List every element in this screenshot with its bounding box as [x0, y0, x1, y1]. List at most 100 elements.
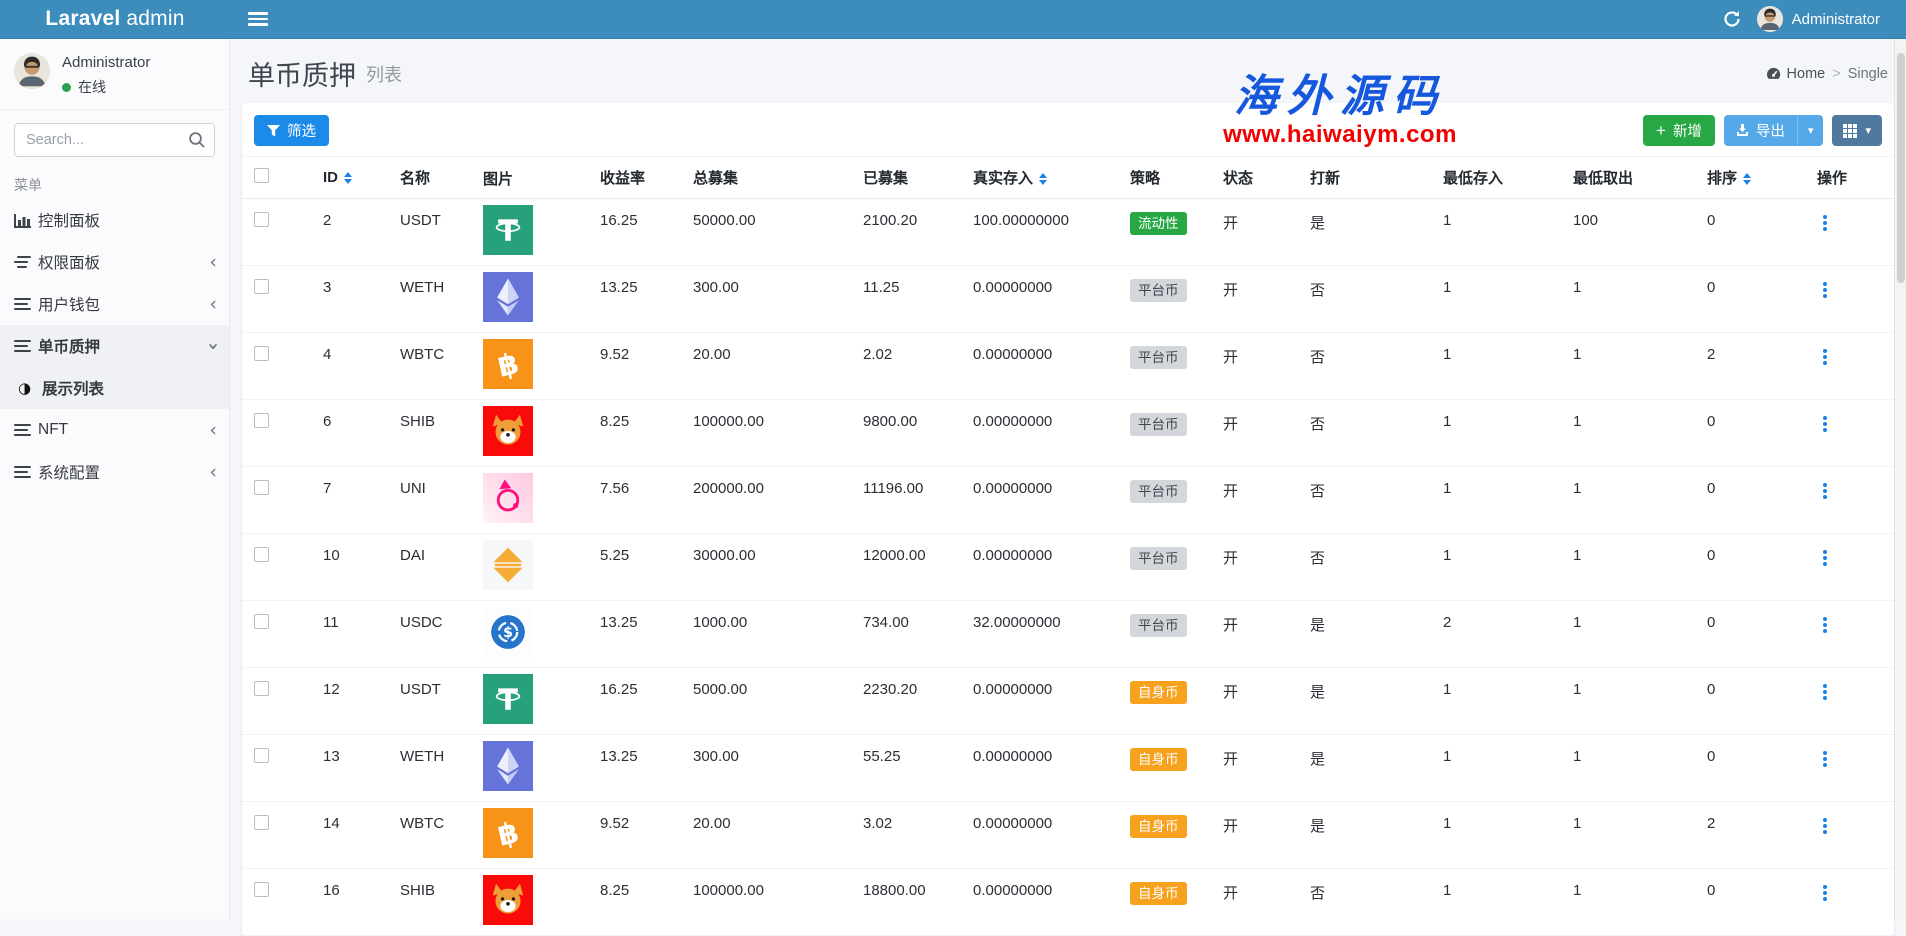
strategy-badge: 自身币 — [1130, 815, 1187, 838]
sidebar-item-nft[interactable]: NFT ‹ — [0, 409, 229, 451]
breadcrumb-home[interactable]: Home — [1766, 66, 1826, 82]
export-dropdown-button[interactable]: ▾ — [1797, 115, 1824, 146]
row-actions-button[interactable] — [1823, 690, 1827, 694]
sidebar-toggle-icon[interactable] — [248, 12, 268, 26]
sidebar-user-panel: Administrator 在线 — [0, 39, 229, 110]
sidebar-item-system-config[interactable]: 系统配置 ‹ — [0, 451, 229, 493]
sidebar-menu: 控制面板 权限面板 ‹ 用户钱包 ‹ 单币质押 ‹ ◑ 展示列表 NFT ‹ — [0, 199, 229, 493]
cell-min-deposit: 1 — [1431, 802, 1561, 869]
cell-name: SHIB — [388, 869, 471, 936]
row-checkbox[interactable] — [254, 815, 269, 830]
app-brand[interactable]: Laravel admin — [0, 0, 230, 39]
cell-min-withdraw: 1 — [1561, 333, 1695, 400]
row-actions-button[interactable] — [1823, 288, 1827, 292]
cell-min-deposit: 1 — [1431, 735, 1561, 802]
cell-yield: 13.25 — [588, 735, 681, 802]
export-split-button: 导出 ▾ — [1724, 115, 1824, 146]
cell-yield: 8.25 — [588, 400, 681, 467]
cell-id: 4 — [311, 333, 388, 400]
row-checkbox[interactable] — [254, 614, 269, 629]
cell-min-deposit: 1 — [1431, 467, 1561, 534]
cell-total: 20.00 — [681, 333, 851, 400]
table-row: 16 SHIB 8.25 100000.00 18800.00 0.000000… — [242, 869, 1894, 936]
table-row: 13 WETH 13.25 300.00 55.25 0.00000000 自身… — [242, 735, 1894, 802]
cell-min-withdraw: 1 — [1561, 601, 1695, 668]
cell-sort: 0 — [1695, 199, 1805, 266]
cell-id: 10 — [311, 534, 388, 601]
column-header-sort[interactable]: 排序 — [1695, 157, 1805, 199]
row-actions-button[interactable] — [1823, 556, 1827, 560]
cell-status: 开 — [1211, 467, 1298, 534]
bitcoin-icon: ฿ — [483, 339, 533, 389]
list-icon — [14, 253, 38, 271]
column-header-id[interactable]: ID — [311, 157, 388, 199]
row-actions-button[interactable] — [1823, 221, 1827, 225]
row-checkbox[interactable] — [254, 547, 269, 562]
cell-real-deposit: 32.00000000 — [961, 601, 1118, 668]
row-actions-button[interactable] — [1823, 489, 1827, 493]
columns-dropdown-button[interactable]: ▾ — [1832, 115, 1882, 146]
cell-min-deposit: 1 — [1431, 400, 1561, 467]
sidebar-search-input[interactable] — [14, 123, 215, 157]
scrollbar-thumb[interactable] — [1897, 53, 1905, 283]
column-header-min-deposit: 最低存入 — [1431, 157, 1561, 199]
row-checkbox[interactable] — [254, 212, 269, 227]
cell-name: WBTC — [388, 802, 471, 869]
column-header-real-deposit[interactable]: 真实存入 — [961, 157, 1118, 199]
sidebar-item-dashboard[interactable]: 控制面板 — [0, 199, 229, 241]
add-button[interactable]: + 新增 — [1643, 115, 1715, 146]
chevron-down-icon: ‹ — [204, 342, 223, 350]
select-all-checkbox[interactable] — [254, 168, 269, 183]
data-table: ID 名称 图片 收益率 总募集 已募集 真实存入 策略 状态 打新 最低存入 … — [242, 156, 1894, 936]
row-actions-button[interactable] — [1823, 891, 1827, 895]
page-title: 单币质押 — [248, 54, 356, 93]
row-checkbox[interactable] — [254, 480, 269, 495]
sort-icon[interactable] — [1743, 173, 1751, 185]
filter-button[interactable]: 筛选 — [254, 115, 329, 146]
row-checkbox[interactable] — [254, 748, 269, 763]
top-navbar: Laravel admin Administrator — [0, 0, 1906, 39]
cell-real-deposit: 0.00000000 — [961, 534, 1118, 601]
cell-sort: 0 — [1695, 601, 1805, 668]
refresh-icon[interactable] — [1721, 8, 1743, 30]
cell-status: 开 — [1211, 333, 1298, 400]
row-actions-button[interactable] — [1823, 623, 1827, 627]
cell-sort: 2 — [1695, 333, 1805, 400]
row-checkbox[interactable] — [254, 413, 269, 428]
vertical-scrollbar[interactable] — [1894, 39, 1906, 919]
page-subtitle: 列表 — [366, 61, 402, 87]
search-icon[interactable] — [188, 131, 206, 149]
cell-name: WETH — [388, 266, 471, 333]
cell-total: 50000.00 — [681, 199, 851, 266]
row-actions-button[interactable] — [1823, 757, 1827, 761]
chevron-left-icon: ‹ — [209, 421, 217, 440]
sidebar-item-user-wallet[interactable]: 用户钱包 ‹ — [0, 283, 229, 325]
navbar-user-menu[interactable]: Administrator — [1757, 6, 1880, 32]
table-row: 7 UNI 7.56 200000.00 11196.00 0.00000000… — [242, 467, 1894, 534]
strategy-badge: 平台币 — [1130, 346, 1187, 369]
tachometer-icon — [1766, 67, 1781, 80]
sidebar-item-display-list[interactable]: ◑ 展示列表 — [0, 367, 229, 409]
row-checkbox[interactable] — [254, 279, 269, 294]
cell-ipo: 否 — [1298, 534, 1431, 601]
row-checkbox[interactable] — [254, 882, 269, 897]
sidebar-user-avatar[interactable] — [14, 53, 50, 89]
cell-raised: 12000.00 — [851, 534, 961, 601]
row-actions-button[interactable] — [1823, 824, 1827, 828]
cell-real-deposit: 0.00000000 — [961, 869, 1118, 936]
sort-icon[interactable] — [344, 172, 352, 184]
sort-icon[interactable] — [1039, 173, 1047, 185]
row-checkbox[interactable] — [254, 346, 269, 361]
cell-sort: 0 — [1695, 869, 1805, 936]
strategy-badge: 平台币 — [1130, 547, 1187, 570]
row-actions-button[interactable] — [1823, 355, 1827, 359]
row-actions-button[interactable] — [1823, 422, 1827, 426]
header-checkbox-cell — [242, 157, 311, 199]
export-button[interactable]: 导出 — [1724, 115, 1797, 146]
sidebar-item-permissions[interactable]: 权限面板 ‹ — [0, 241, 229, 283]
cell-sort: 0 — [1695, 400, 1805, 467]
row-checkbox[interactable] — [254, 681, 269, 696]
list-icon — [14, 421, 38, 439]
cell-sort: 2 — [1695, 802, 1805, 869]
sidebar-item-single-stake[interactable]: 单币质押 ‹ — [0, 325, 229, 367]
